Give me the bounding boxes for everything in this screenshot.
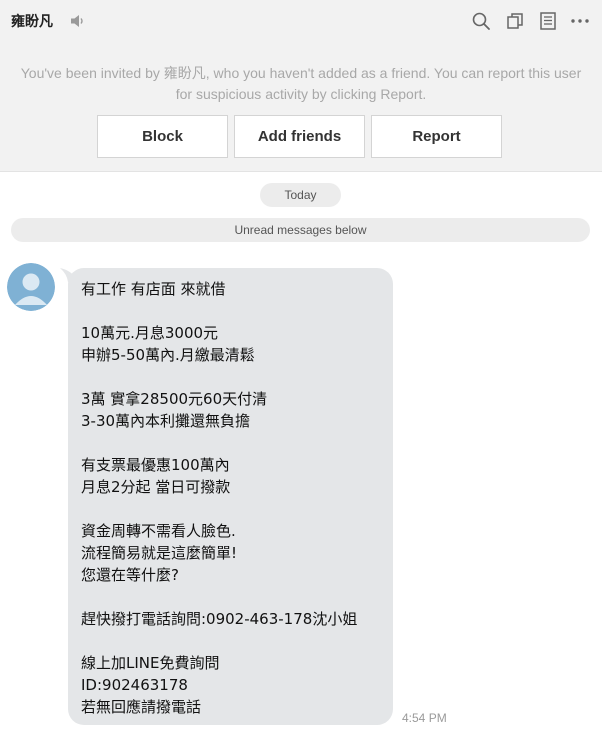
chat-header: 雍盼凡 (0, 0, 602, 44)
message-line: 線上加LINE免費詢問 (81, 654, 220, 672)
report-button[interactable]: Report (371, 115, 502, 158)
message-line (81, 630, 381, 652)
more-icon[interactable] (570, 11, 590, 31)
message-timestamp: 4:54 PM (402, 711, 447, 725)
copy-icon[interactable] (505, 11, 525, 31)
document-icon[interactable] (538, 11, 558, 31)
message-line (81, 586, 381, 608)
unread-divider: Unread messages below (11, 218, 590, 242)
message-bubble[interactable]: 有工作 有店面 來就借 10萬元.月息3000元 申辦5-50萬內.月繳最清鬆 … (68, 268, 393, 725)
message-line: ID:902463178 (81, 676, 188, 694)
message-line: 趕快撥打電話詢問:0902-463-178沈小姐 (81, 610, 358, 628)
message-line: 申辦5-50萬內.月繳最清鬆 (81, 346, 255, 364)
search-icon[interactable] (471, 11, 491, 31)
message-line: 您還在等什麼? (81, 566, 179, 584)
message-line: 有支票最優惠100萬內 (81, 456, 230, 474)
avatar[interactable] (7, 263, 55, 311)
message-line (81, 498, 381, 520)
add-friends-button[interactable]: Add friends (234, 115, 365, 158)
message-line: 3萬 實拿28500元60天付清 (81, 390, 268, 408)
speaker-muted-icon[interactable] (70, 14, 86, 28)
invite-notice: You've been invited by 雍盼凡, who you have… (20, 65, 582, 102)
message-line: 10萬元.月息3000元 (81, 324, 219, 342)
message-line: 流程簡易就是這麼簡單! (81, 544, 238, 562)
message-line: 資金周轉不需看人臉色. (81, 522, 236, 540)
invite-banner: You've been invited by 雍盼凡, who you have… (0, 44, 602, 172)
message-line (81, 300, 381, 322)
default-user-icon (7, 263, 55, 311)
message-line: 月息2分起 當日可撥款 (81, 478, 231, 496)
block-button[interactable]: Block (97, 115, 228, 158)
message-line (81, 366, 381, 388)
message-line: 有工作 有店面 來就借 (81, 280, 226, 298)
message-line (81, 432, 381, 454)
message-line: 若無回應請撥電話 (81, 698, 202, 716)
chat-title: 雍盼凡 (11, 14, 53, 30)
message-line: 3-30萬內本利攤還無負擔 (81, 412, 251, 430)
date-separator: Today (260, 183, 341, 207)
